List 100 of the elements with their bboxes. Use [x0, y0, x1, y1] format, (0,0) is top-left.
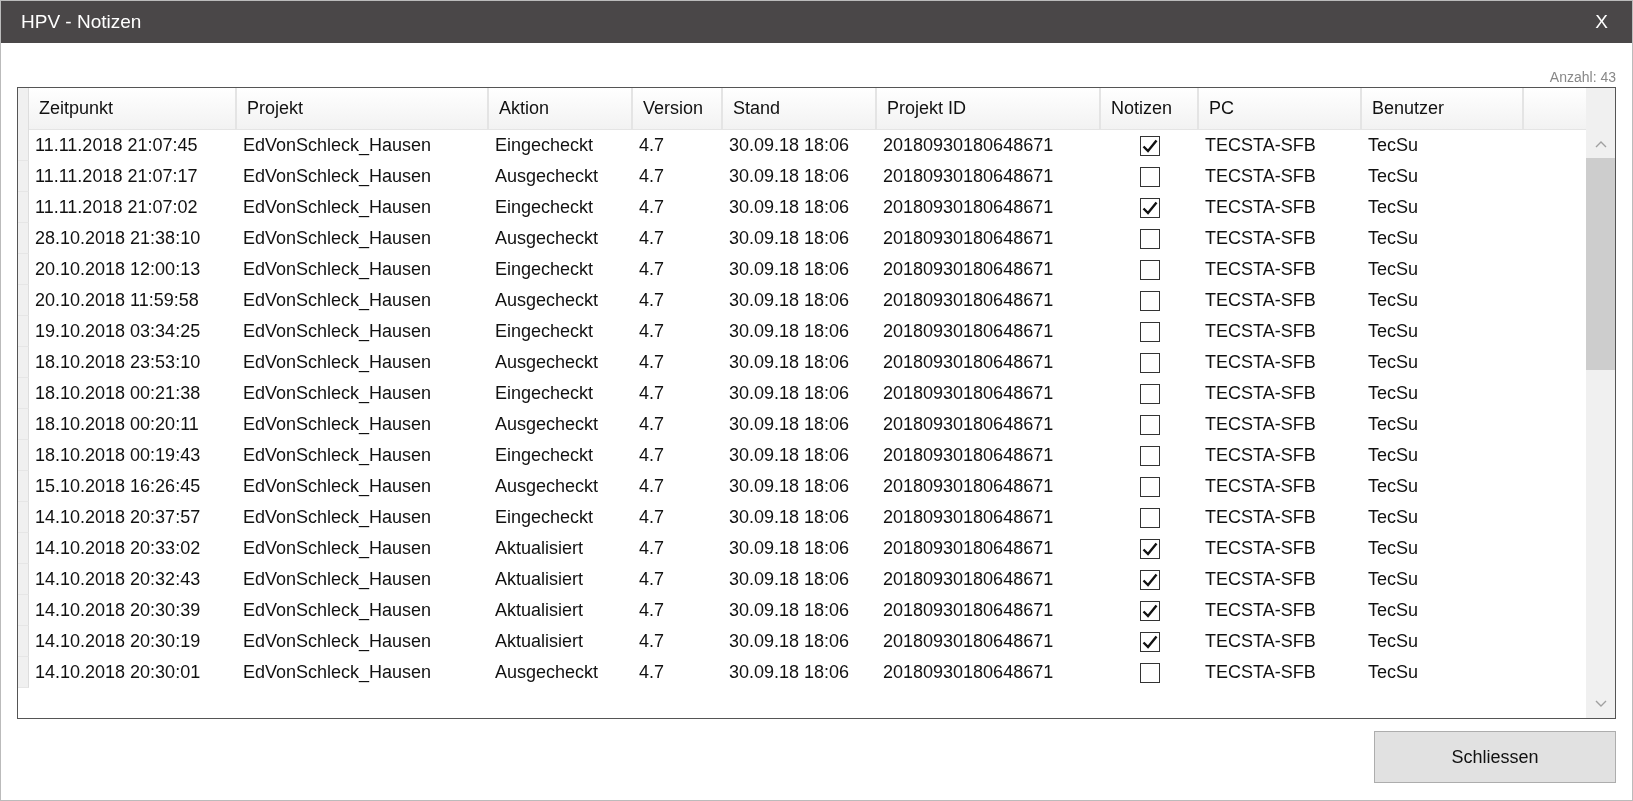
row-header[interactable] — [18, 626, 29, 657]
table-cell-text: 11.11.2018 21:07:17 — [34, 165, 199, 188]
table-cell-text: 4.7 — [638, 413, 666, 436]
row-header[interactable] — [18, 316, 29, 347]
table-cell-text: TecSu — [1367, 227, 1420, 250]
row-header[interactable] — [18, 564, 29, 595]
notes-checkbox[interactable] — [1140, 414, 1160, 435]
table-cell-text: EdVonSchleck_Hausen — [242, 258, 433, 282]
column-header[interactable]: Version — [633, 88, 723, 130]
table-cell-text: Eingecheckt — [494, 444, 595, 467]
notes-checkbox[interactable] — [1140, 197, 1160, 218]
table-cell-text: 30.09.18 18:06 — [728, 568, 851, 591]
column-header[interactable]: Notizen — [1101, 88, 1199, 130]
table-cell-text: TECSTA-SFB — [1204, 444, 1317, 467]
table-cell-text: Eingecheckt — [494, 258, 595, 281]
row-header[interactable] — [18, 657, 29, 688]
column-header[interactable]: Zeitpunkt — [29, 88, 237, 130]
table-cell-text: 30.09.18 18:06 — [728, 444, 851, 467]
scroll-up-icon[interactable] — [1594, 140, 1607, 148]
table-cell-text: TecSu — [1367, 289, 1420, 312]
column-header[interactable]: Stand — [723, 88, 877, 130]
table-cell-text: Aktualisiert — [494, 599, 585, 622]
notes-checkbox[interactable] — [1140, 228, 1160, 249]
table-cell-text: TECSTA-SFB — [1204, 475, 1317, 498]
notes-checkbox[interactable] — [1140, 135, 1160, 156]
table-cell-text: Eingecheckt — [494, 320, 595, 343]
table-cell-text: EdVonSchleck_Hausen — [242, 661, 433, 685]
notes-checkbox[interactable] — [1140, 569, 1160, 590]
column-header[interactable]: PC — [1199, 88, 1362, 130]
notes-checkbox[interactable] — [1140, 166, 1160, 187]
row-header[interactable] — [18, 254, 29, 285]
table-cell-text: 30.09.18 18:06 — [728, 537, 851, 560]
table-cell-text: Aktualisiert — [494, 630, 585, 653]
table-cell-text: TecSu — [1367, 568, 1420, 591]
table-cell-text: 4.7 — [638, 506, 666, 529]
table-cell-text: 14.10.2018 20:30:01 — [34, 661, 202, 684]
table-cell-text: EdVonSchleck_Hausen — [242, 196, 433, 220]
row-header[interactable] — [18, 502, 29, 533]
table-cell-text: 20180930180648671 — [882, 289, 1055, 312]
row-header[interactable] — [18, 409, 29, 440]
table-cell-text: 20180930180648671 — [882, 320, 1055, 343]
table-cell-text: TECSTA-SFB — [1204, 258, 1317, 281]
table-cell-text: 18.10.2018 00:19:43 — [34, 444, 202, 467]
notes-checkbox[interactable] — [1140, 383, 1160, 404]
table-cell-text: TECSTA-SFB — [1204, 537, 1317, 560]
row-header[interactable] — [18, 223, 29, 254]
table-cell-text: 30.09.18 18:06 — [728, 382, 851, 405]
row-header[interactable] — [18, 533, 29, 564]
row-header[interactable] — [18, 440, 29, 471]
notes-checkbox[interactable] — [1140, 352, 1160, 373]
table-cell-text: EdVonSchleck_Hausen — [242, 630, 433, 654]
table-cell-text: EdVonSchleck_Hausen — [242, 134, 433, 158]
table-cell-text: 20180930180648671 — [882, 351, 1055, 374]
table-cell-text: 20180930180648671 — [882, 661, 1055, 684]
table-cell-text: 30.09.18 18:06 — [728, 196, 851, 219]
vertical-scrollbar[interactable] — [1586, 88, 1615, 718]
table-cell-text: Aktualisiert — [494, 537, 585, 560]
row-header[interactable] — [18, 192, 29, 223]
notes-checkbox[interactable] — [1140, 321, 1160, 342]
table-cell-text: 4.7 — [638, 258, 666, 281]
notes-checkbox[interactable] — [1140, 259, 1160, 280]
column-header[interactable]: Projekt ID — [877, 88, 1101, 130]
table-cell-text: TecSu — [1367, 351, 1420, 374]
close-dialog-button[interactable]: Schliessen — [1374, 731, 1616, 783]
table-cell-text: 14.10.2018 20:33:02 — [34, 537, 202, 560]
table-cell-text: TECSTA-SFB — [1204, 382, 1317, 405]
notes-checkbox[interactable] — [1140, 631, 1160, 652]
table-cell-text: TECSTA-SFB — [1204, 568, 1317, 591]
table-cell-text: 4.7 — [638, 444, 666, 467]
table-cell-text: 15.10.2018 16:26:45 — [34, 475, 202, 498]
notes-checkbox[interactable] — [1140, 445, 1160, 466]
row-header[interactable] — [18, 378, 29, 409]
row-header[interactable] — [18, 285, 29, 316]
table-cell-text: 4.7 — [638, 134, 666, 157]
table-cell-text: 30.09.18 18:06 — [728, 630, 851, 653]
table-cell-text: TecSu — [1367, 382, 1420, 405]
notes-checkbox[interactable] — [1140, 662, 1160, 683]
table-cell-text: 14.10.2018 20:30:39 — [34, 599, 202, 622]
table-cell-text: Ausgecheckt — [494, 413, 600, 436]
notes-checkbox[interactable] — [1140, 600, 1160, 621]
close-button[interactable]: X — [1591, 11, 1612, 33]
notes-checkbox[interactable] — [1140, 476, 1160, 497]
table-cell-text: TecSu — [1367, 258, 1420, 281]
row-header[interactable] — [18, 130, 29, 161]
row-header[interactable] — [18, 471, 29, 502]
row-header[interactable] — [18, 161, 29, 192]
notes-checkbox[interactable] — [1140, 507, 1160, 528]
column-header[interactable]: Benutzer — [1362, 88, 1524, 130]
notes-checkbox[interactable] — [1140, 290, 1160, 311]
table-cell-text: TecSu — [1367, 165, 1420, 188]
scroll-down-icon[interactable] — [1594, 700, 1607, 708]
column-header[interactable]: Projekt — [237, 88, 489, 130]
column-header[interactable]: Aktion — [489, 88, 633, 130]
row-header[interactable] — [18, 347, 29, 378]
table-cell-text: 30.09.18 18:06 — [728, 258, 851, 281]
scrollbar-thumb[interactable] — [1586, 158, 1615, 370]
notes-checkbox[interactable] — [1140, 538, 1160, 559]
row-header[interactable] — [18, 595, 29, 626]
table-cell-text: TECSTA-SFB — [1204, 320, 1317, 343]
table-cell-text: 4.7 — [638, 599, 666, 622]
